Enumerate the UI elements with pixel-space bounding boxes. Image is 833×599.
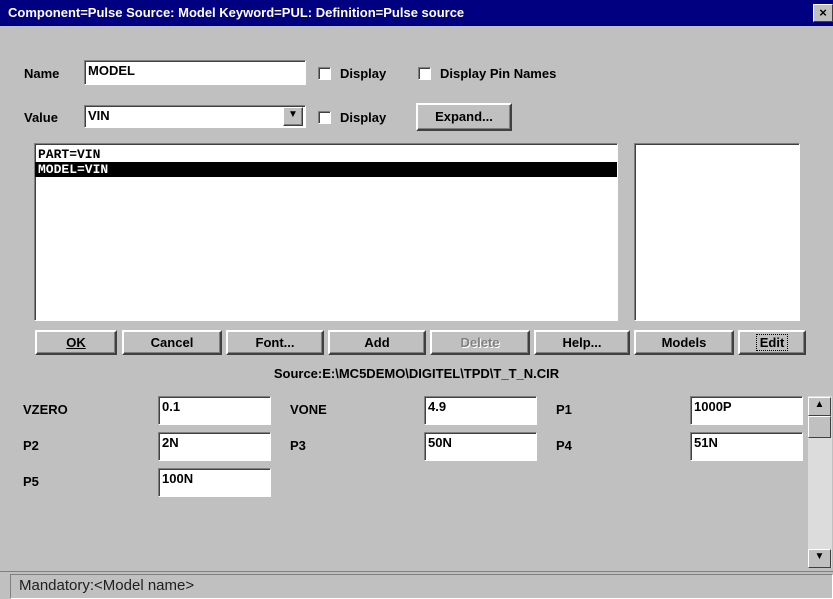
param-input[interactable]: 2N [158,432,271,461]
window-title: Component=Pulse Source: Model Keyword=PU… [0,0,833,26]
display-pin-names-label: Display Pin Names [440,66,557,81]
expand-button[interactable]: Expand... [416,103,512,131]
models-button-label: Models [661,335,707,350]
param-label: P4 [556,438,572,453]
param-input[interactable]: 50N [424,432,537,461]
status-bar: Mandatory:<Model name> [10,574,833,599]
cancel-button-label: Cancel [150,335,194,350]
value-label: Value [24,110,58,125]
scroll-down-icon[interactable]: ▼ [808,549,831,568]
param-input[interactable]: 1000P [690,396,803,425]
name-display-checkbox[interactable] [318,67,331,80]
help-button[interactable]: Help... [534,330,630,355]
param-input[interactable]: 0.1 [158,396,271,425]
value-display-label: Display [340,110,387,125]
scroll-up-icon[interactable]: ▲ [808,397,831,416]
attributes-list[interactable]: PART=VIN MODEL=VIN [34,143,618,321]
name-label: Name [24,66,60,81]
param-input[interactable]: 4.9 [424,396,537,425]
add-button-label: Add [364,335,390,350]
param-label: P5 [23,474,39,489]
value-display-checkbox[interactable] [318,111,331,124]
param-label: P2 [23,438,39,453]
delete-button: Delete [430,330,530,355]
list-item-selected[interactable]: MODEL=VIN [35,162,617,177]
name-input[interactable]: MODEL [84,60,306,85]
display-pin-names-checkbox[interactable] [418,67,431,80]
edit-button-label: Edit [755,334,789,351]
param-label: P3 [290,438,306,453]
param-label: VZERO [23,402,68,417]
param-label: P1 [556,402,572,417]
ok-button[interactable]: OK [35,330,117,355]
models-button[interactable]: Models [634,330,734,355]
delete-button-label: Delete [460,335,500,350]
ok-button-label: OK [66,335,86,350]
param-label: VONE [290,402,327,417]
param-input[interactable]: 51N [690,432,803,461]
param-input[interactable]: 100N [158,468,271,497]
edit-button[interactable]: Edit [738,330,806,355]
close-icon[interactable]: × [813,4,833,22]
name-display-label: Display [340,66,387,81]
expand-button-label: Expand... [435,109,493,124]
source-path: Source:E:\MC5DEMO\DIGITEL\TPD\T_T_N.CIR [273,366,560,381]
scroll-thumb[interactable] [808,416,831,438]
font-button-label: Font... [255,335,295,350]
font-button[interactable]: Font... [226,330,324,355]
list-item[interactable]: PART=VIN [35,147,617,162]
value-combobox[interactable]: VIN [84,105,306,128]
cancel-button[interactable]: Cancel [122,330,222,355]
value-dropdown-button[interactable]: ▼ [283,107,303,126]
status-divider [0,571,833,572]
help-button-label: Help... [562,335,602,350]
preview-panel [634,143,800,321]
add-button[interactable]: Add [328,330,426,355]
